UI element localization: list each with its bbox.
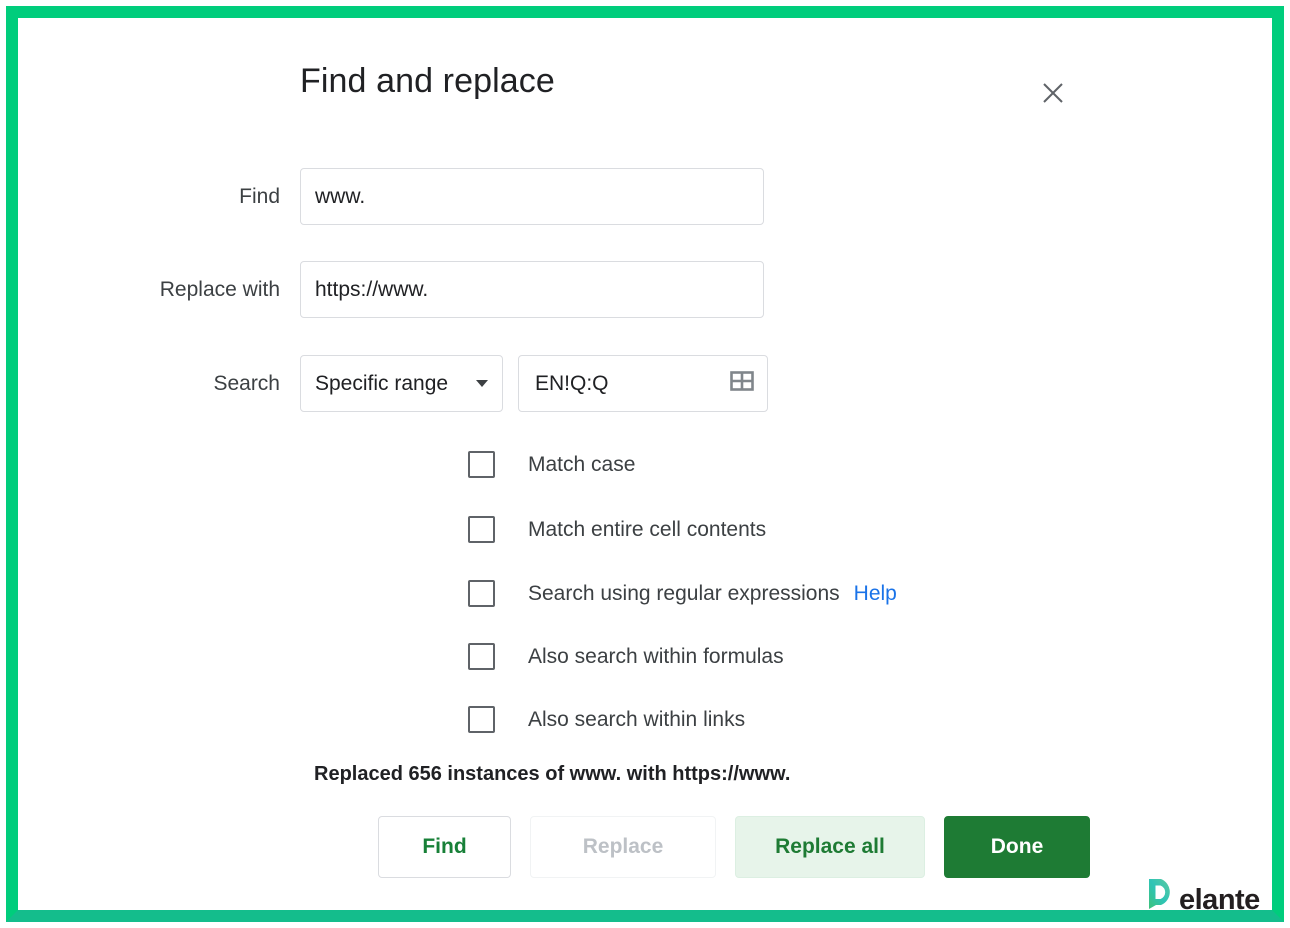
- delante-logo-text: elante: [1179, 886, 1260, 915]
- option-label: Match case: [528, 453, 635, 477]
- checkbox-search-formulas[interactable]: [468, 643, 495, 670]
- delante-logo: elante: [1148, 878, 1260, 915]
- status-message: Replaced 656 instances of www. with http…: [314, 763, 790, 786]
- delante-d-icon: [1148, 878, 1178, 914]
- option-label: Search using regular expressions: [528, 582, 840, 606]
- dialog-title: Find and replace: [300, 62, 555, 101]
- replace-label: Replace with: [158, 278, 300, 302]
- close-icon: [1040, 80, 1066, 106]
- checkbox-match-case[interactable]: [468, 451, 495, 478]
- find-row: Find: [158, 168, 764, 225]
- checkbox-search-regex[interactable]: [468, 580, 495, 607]
- close-button[interactable]: [1030, 70, 1076, 116]
- replace-row: Replace with: [158, 261, 764, 318]
- option-match-case[interactable]: Match case: [468, 451, 635, 478]
- dialog-actions: Find Replace Replace all Done: [378, 816, 1090, 878]
- replace-button: Replace: [530, 816, 716, 878]
- chevron-down-icon: [476, 380, 488, 387]
- option-search-regex[interactable]: Search using regular expressions Help: [468, 580, 897, 607]
- find-and-replace-dialog: Find and replace Find Replace with Searc…: [18, 18, 1272, 910]
- done-button[interactable]: Done: [944, 816, 1090, 878]
- option-search-links[interactable]: Also search within links: [468, 706, 745, 733]
- option-search-formulas[interactable]: Also search within formulas: [468, 643, 784, 670]
- option-label: Match entire cell contents: [528, 518, 766, 542]
- option-label: Also search within links: [528, 708, 745, 732]
- find-label: Find: [158, 185, 300, 209]
- option-match-entire-cell[interactable]: Match entire cell contents: [468, 516, 766, 543]
- grid-icon[interactable]: [729, 368, 755, 399]
- range-input[interactable]: [533, 371, 729, 397]
- replace-all-button[interactable]: Replace all: [735, 816, 925, 878]
- search-label: Search: [158, 372, 300, 396]
- replace-input[interactable]: [300, 261, 764, 318]
- regex-help-link[interactable]: Help: [854, 582, 897, 606]
- range-field: [518, 355, 768, 412]
- option-label: Also search within formulas: [528, 645, 784, 669]
- decorative-frame: Find and replace Find Replace with Searc…: [6, 6, 1284, 922]
- find-button[interactable]: Find: [378, 816, 511, 878]
- find-input[interactable]: [300, 168, 764, 225]
- checkbox-match-entire-cell[interactable]: [468, 516, 495, 543]
- search-scope-dropdown[interactable]: Specific range: [300, 355, 503, 412]
- checkbox-search-links[interactable]: [468, 706, 495, 733]
- search-row: Search Specific range: [158, 355, 768, 412]
- search-scope-value: Specific range: [315, 372, 466, 396]
